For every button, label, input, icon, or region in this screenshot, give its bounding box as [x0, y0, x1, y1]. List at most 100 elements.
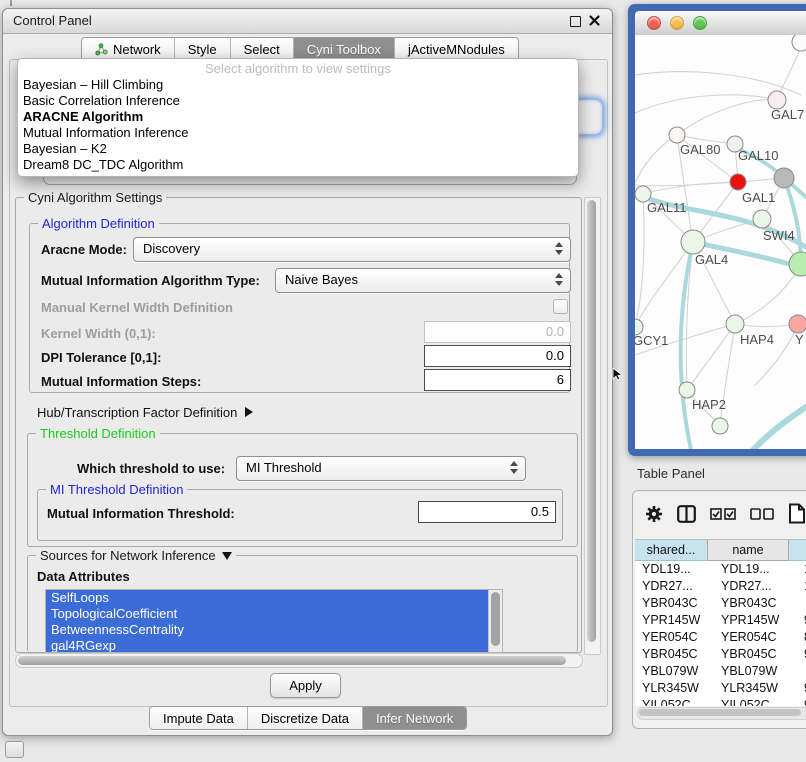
mi-algorithm-type-combobox[interactable]: Naive Bayes [275, 268, 571, 293]
data-attribute-betweennesscentrality[interactable]: BetweennessCentrality [46, 622, 502, 638]
collapse-right-triangle-icon[interactable] [245, 407, 253, 417]
table-row[interactable]: YPR145WYPR145W9. [635, 612, 806, 629]
algorithm-option-bayesian-hill-climbing[interactable]: Bayesian – Hill Climbing [18, 77, 578, 93]
table-cell: YDR27... [714, 578, 801, 595]
hub-transcription-factor-section[interactable]: Hub/Transcription Factor Definition [37, 405, 253, 420]
tab-network[interactable]: Network [82, 38, 175, 60]
algorithm-option-basic-correlation-inference[interactable]: Basic Correlation Inference [18, 93, 578, 109]
attributes-list-scrollbar[interactable] [488, 590, 502, 652]
float-window-icon[interactable] [570, 16, 581, 27]
table-row[interactable]: YDR27...YDR27...12 [635, 578, 806, 595]
network-window-titlebar[interactable] [635, 11, 806, 36]
network-node[interactable] [789, 252, 806, 276]
data-attributes-label: Data Attributes [37, 569, 130, 584]
data-attributes-list[interactable]: SelfLoopsTopologicalCoefficientBetweenne… [45, 589, 503, 653]
column-header-2[interactable] [789, 540, 806, 561]
network-edge[interactable] [677, 100, 777, 135]
network-node[interactable] [774, 168, 794, 188]
network-node-gal1[interactable] [730, 174, 746, 190]
network-node[interactable] [712, 418, 728, 434]
table-row[interactable]: YBL079WYBL079W [635, 663, 806, 680]
table-horizontal-scrollbar[interactable] [637, 707, 806, 720]
settings-vertical-scrollbar[interactable] [584, 197, 601, 655]
algorithm-option-aracne-algorithm[interactable]: ARACNE Algorithm [18, 109, 578, 125]
network-node[interactable] [792, 35, 806, 51]
network-edge[interactable] [687, 324, 735, 390]
network-node-hap2[interactable] [679, 382, 695, 398]
data-attribute-selfloops[interactable]: SelfLoops [46, 590, 502, 606]
table-row[interactable]: YBR045CYBR045C9. [635, 646, 806, 663]
close-window-icon[interactable] [588, 14, 601, 27]
bottom-tab-infer-network[interactable]: Infer Network [363, 707, 466, 729]
control-panel-titlebar[interactable]: Control Panel [3, 9, 612, 34]
aracne-mode-value: Discovery [143, 241, 200, 256]
table-hscroll-thumb[interactable] [639, 709, 801, 716]
tab-style-label: Style [188, 42, 217, 57]
bottom-tab-impute-data[interactable]: Impute Data [150, 707, 248, 729]
which-threshold-label: Which threshold to use: [77, 461, 225, 476]
network-node-hap4[interactable] [726, 315, 744, 333]
network-node-gal4[interactable] [681, 230, 705, 254]
settings-hscroll-thumb[interactable] [18, 656, 566, 665]
table-row[interactable]: YER054CYER054C8. [635, 629, 806, 646]
network-node-y[interactable] [789, 315, 806, 333]
kernel-width-field[interactable]: 0.0 [424, 321, 571, 343]
settings-horizontal-scrollbar[interactable] [15, 653, 583, 668]
collapse-down-triangle-icon[interactable] [222, 552, 232, 560]
tab-select[interactable]: Select [231, 38, 294, 60]
aracne-mode-combobox[interactable]: Discovery [133, 237, 571, 262]
column-header-name[interactable]: name [708, 540, 789, 561]
hide-columns-icon[interactable] [750, 508, 774, 520]
close-traffic-light-icon[interactable] [647, 16, 661, 30]
table-row[interactable]: YDL19...YDL19...13 [635, 561, 806, 578]
attributes-scrollbar-thumb[interactable] [491, 592, 500, 646]
which-threshold-combobox[interactable]: MI Threshold [236, 456, 526, 481]
table-row[interactable]: YIL052CYIL052C9 [635, 697, 806, 706]
hub-transcription-factor-label: Hub/Transcription Factor Definition [37, 405, 237, 420]
table-row[interactable]: YBR043CYBR043C [635, 595, 806, 612]
split-columns-icon[interactable] [677, 505, 696, 523]
network-node-label: GAL4 [695, 252, 728, 267]
mi-threshold-field[interactable]: 0.5 [418, 501, 556, 523]
network-node-swi4[interactable] [753, 210, 771, 228]
control-panel-title: Control Panel [13, 13, 92, 28]
network-node-gal80[interactable] [669, 127, 685, 143]
show-checked-columns-icon[interactable] [710, 508, 736, 520]
settings-vscroll-thumb[interactable] [587, 200, 596, 642]
tab-jactivemnodules[interactable]: jActiveMNodules [395, 38, 518, 60]
tab-cyni-toolbox[interactable]: Cyni Toolbox [294, 38, 395, 60]
manual-kernel-width-checkbox[interactable] [553, 299, 568, 314]
zoom-traffic-light-icon[interactable] [693, 16, 707, 30]
column-header-shared[interactable]: shared... [635, 540, 708, 561]
algorithm-option-mutual-information-inference[interactable]: Mutual Information Inference [18, 125, 578, 141]
algorithm-option-dream8-dc-tdc-algorithm[interactable]: Dream8 DC_TDC Algorithm [18, 157, 578, 173]
mi-steps-field[interactable]: 6 [424, 369, 571, 391]
bottom-tab-discretize-data[interactable]: Discretize Data [248, 707, 363, 729]
network-edge[interactable] [635, 95, 777, 113]
network-canvas[interactable]: GAL7GAL80GAL10GAL1GAL11SWI4GAL4GCY1HAP4Y… [635, 35, 806, 449]
network-edge[interactable] [635, 194, 644, 327]
node-table-body: YDL19...YDL19...13YDR27...YDR27...12YBR0… [635, 561, 806, 706]
dpi-tolerance-field[interactable]: 0.0 [424, 345, 571, 367]
apply-button[interactable]: Apply [270, 673, 341, 698]
network-edge[interactable] [643, 182, 738, 194]
tab-style[interactable]: Style [175, 38, 231, 60]
network-edge[interactable] [735, 264, 801, 324]
tab-select-label: Select [244, 42, 280, 57]
network-window[interactable]: GAL7GAL80GAL10GAL1GAL11SWI4GAL4GCY1HAP4Y… [628, 4, 806, 456]
which-threshold-value: MI Threshold [246, 460, 322, 475]
data-attribute-gal4rgexp[interactable]: gal4RGexp [46, 638, 502, 653]
table-cell [801, 595, 806, 612]
network-edge[interactable] [753, 407, 806, 449]
dpi-tolerance-label: DPI Tolerance [0,1]: [41, 350, 161, 365]
table-settings-gear-icon[interactable] [645, 505, 663, 523]
network-edge[interactable] [635, 135, 677, 183]
algorithm-dropdown-items: Bayesian – Hill ClimbingBasic Correlatio… [18, 77, 578, 173]
minimized-panel-icon[interactable] [5, 741, 24, 758]
sources-group-title: Sources for Network Inference [36, 548, 236, 563]
algorithm-option-bayesian-k2[interactable]: Bayesian – K2 [18, 141, 578, 157]
table-row[interactable]: YLR345WYLR345W9. [635, 680, 806, 697]
data-attribute-topologicalcoefficient[interactable]: TopologicalCoefficient [46, 606, 502, 622]
new-table-file-icon[interactable] [788, 503, 806, 524]
minimize-traffic-light-icon[interactable] [670, 16, 684, 30]
